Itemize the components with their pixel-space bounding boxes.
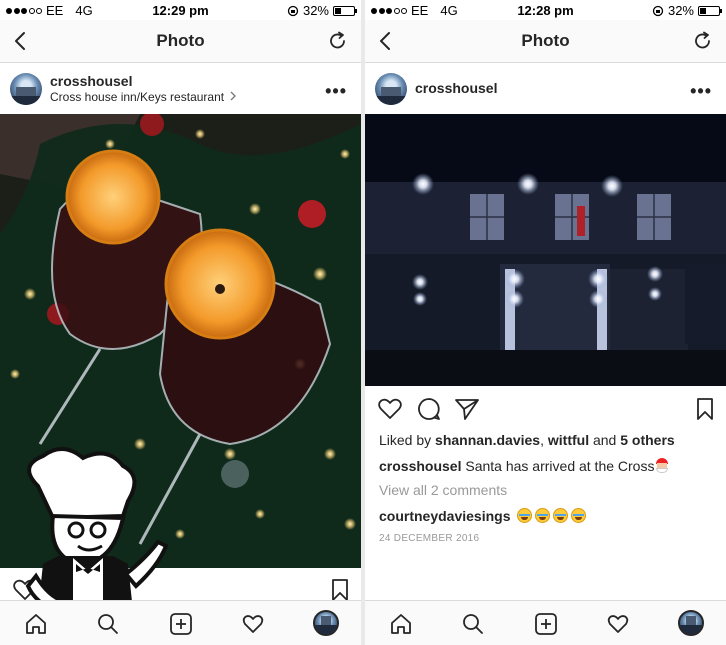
view-comments-link[interactable]: View all 2 comments	[379, 482, 507, 498]
more-icon[interactable]: •••	[690, 81, 712, 102]
liker-link[interactable]: shannan.davies	[435, 432, 540, 448]
share-icon[interactable]	[454, 396, 480, 422]
left-screen: EE 4G 12:29 pm 32% Photo crosshousel Cro…	[0, 0, 361, 645]
likes-and: and	[589, 432, 621, 448]
chef-logo-icon	[25, 447, 169, 614]
refresh-icon[interactable]	[327, 29, 349, 53]
page-title: Photo	[156, 31, 205, 50]
comment-item: courtneydaviesings	[379, 508, 589, 524]
search-icon[interactable]	[96, 612, 120, 636]
right-screen: EE 4G 12:28 pm 32% Photo crosshousel •••	[365, 0, 726, 645]
rotation-lock-icon	[652, 5, 664, 16]
status-bar: EE 4G 12:29 pm 32%	[0, 0, 361, 20]
nav-bar: Photo	[365, 20, 726, 63]
activity-icon[interactable]	[241, 612, 265, 636]
battery-percent: 32%	[667, 3, 694, 18]
likes-prefix: Liked by	[379, 432, 436, 448]
search-icon[interactable]	[461, 612, 485, 636]
battery-area: 32%	[652, 3, 722, 18]
profile-icon[interactable]	[678, 610, 704, 636]
post-header: crosshousel •••	[365, 63, 726, 114]
location-label[interactable]: Cross house inn/Keys restaurant	[50, 90, 224, 104]
bottom-tab-bar	[365, 600, 726, 645]
battery-icon	[698, 5, 722, 16]
comment-icon[interactable]	[416, 396, 442, 422]
status-bar: EE 4G 12:28 pm 32%	[365, 0, 726, 20]
likes-line: Liked by shannan.davies, wittful and 5 o…	[379, 432, 675, 448]
nav-bar: Photo	[0, 20, 361, 63]
page-title: Photo	[521, 31, 570, 50]
rotation-lock-icon	[287, 5, 299, 16]
santa-emoji-icon	[655, 458, 669, 473]
laughing-emoji-icon	[535, 508, 551, 523]
home-icon[interactable]	[24, 612, 48, 636]
activity-icon[interactable]	[606, 612, 630, 636]
more-icon[interactable]: •••	[325, 81, 347, 102]
add-icon[interactable]	[169, 612, 193, 636]
liker-link[interactable]: wittful	[548, 432, 589, 448]
add-icon[interactable]	[534, 612, 558, 636]
battery-percent: 32%	[302, 3, 329, 18]
building-night-image	[365, 114, 726, 386]
bottom-tab-bar	[0, 600, 361, 645]
refresh-icon[interactable]	[692, 29, 714, 53]
post-location[interactable]: Cross house inn/Keys restaurant	[50, 90, 237, 104]
home-icon[interactable]	[389, 612, 413, 636]
avatar[interactable]	[375, 73, 407, 105]
laughing-emoji-icon	[571, 508, 587, 523]
caption-text: Santa has arrived at the Cross	[461, 458, 655, 474]
battery-area: 32%	[287, 3, 357, 18]
post-header: crosshousel Cross house inn/Keys restaur…	[0, 63, 361, 114]
laughing-emoji-icon	[553, 508, 569, 523]
others-link[interactable]: 5 others	[620, 432, 674, 448]
avatar[interactable]	[10, 73, 42, 105]
bookmark-icon[interactable]	[692, 396, 718, 422]
likes-separator: ,	[540, 432, 548, 448]
post-username[interactable]: crosshousel	[415, 80, 497, 96]
caption-username[interactable]: crosshousel	[379, 458, 461, 474]
laughing-emoji-icon	[517, 508, 533, 523]
battery-icon	[333, 5, 357, 16]
post-date: 24 DECEMBER 2016	[379, 533, 480, 544]
post-photo[interactable]	[365, 114, 726, 386]
comment-username[interactable]: courtneydaviesings	[379, 508, 511, 524]
heart-icon[interactable]	[377, 396, 403, 422]
post-username[interactable]: crosshousel	[50, 73, 132, 89]
post-caption: crosshousel Santa has arrived at the Cro…	[379, 458, 669, 474]
profile-icon[interactable]	[313, 610, 339, 636]
chevron-right-icon	[230, 91, 237, 101]
